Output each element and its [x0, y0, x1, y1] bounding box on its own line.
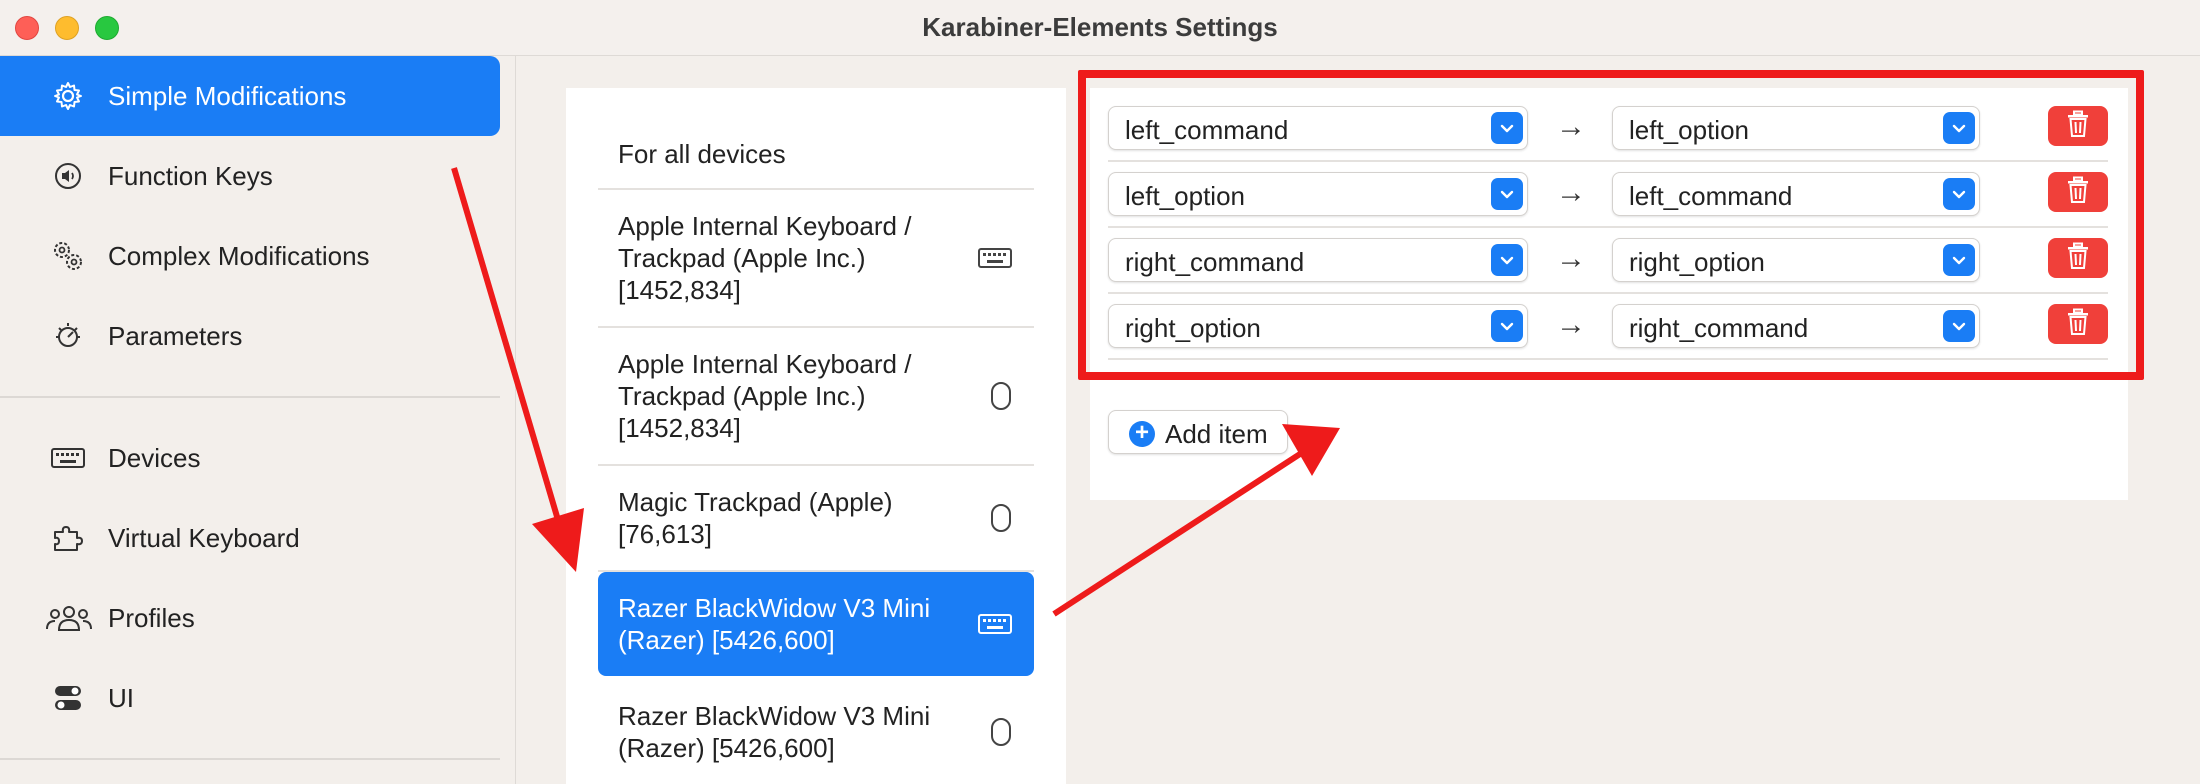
sidebar-item-label: Parameters [108, 320, 243, 351]
sidebar-item-label: Complex Modifications [108, 240, 370, 271]
title-bar: Karabiner-Elements Settings [0, 0, 2200, 56]
gears-icon [50, 238, 86, 274]
device-item[interactable]: Magic Trackpad (Apple) [76,613] [598, 466, 1034, 572]
gear-icon [50, 78, 86, 114]
mouse-icon [990, 503, 1012, 533]
dial-icon [50, 318, 86, 354]
sidebar-item-label: UI [108, 682, 134, 713]
sidebar-item-label: Simple Modifications [108, 80, 347, 111]
sidebar-divider [0, 758, 500, 760]
people-icon [44, 600, 94, 636]
plus-circle-icon: + [1129, 421, 1155, 447]
toggles-icon [50, 680, 86, 716]
sidebar-item-label: Virtual Keyboard [108, 522, 300, 553]
sidebar-divider [0, 396, 500, 398]
device-item[interactable]: Apple Internal Keyboard / Trackpad (Appl… [598, 190, 1034, 328]
keyboard-icon [978, 247, 1012, 269]
window-title: Karabiner-Elements Settings [922, 12, 1278, 42]
sidebar-item-profiles[interactable]: Profiles [0, 578, 500, 658]
sidebar-item-parameters[interactable]: Parameters [0, 296, 500, 376]
device-item-all[interactable]: For all devices [598, 120, 1034, 190]
sidebar: Simple Modifications Function Keys Compl… [0, 56, 516, 784]
sidebar-item-complex-modifications[interactable]: Complex Modifications [0, 216, 500, 296]
add-item-button[interactable]: + Add item [1108, 410, 1288, 454]
annotation-highlight-box [1078, 70, 2144, 380]
device-label: Razer BlackWidow V3 Mini (Razer) [5426,6… [618, 701, 931, 763]
device-label: For all devices [618, 139, 786, 169]
sidebar-item-virtual-keyboard[interactable]: Virtual Keyboard [0, 498, 500, 578]
keyboard-icon [978, 613, 1012, 635]
keyboard-icon [50, 440, 86, 476]
sidebar-item-devices[interactable]: Devices [0, 418, 500, 498]
sidebar-item-label: Profiles [108, 602, 195, 633]
device-label: Razer BlackWidow V3 Mini (Razer) [5426,6… [618, 593, 931, 655]
add-item-label: Add item [1165, 419, 1268, 449]
sidebar-item-function-keys[interactable]: Function Keys [0, 136, 500, 216]
mouse-icon [990, 381, 1012, 411]
sidebar-item-label: Function Keys [108, 160, 273, 191]
device-item[interactable]: Apple Internal Keyboard / Trackpad (Appl… [598, 328, 1034, 466]
mouse-icon [990, 717, 1012, 747]
device-label: Apple Internal Keyboard / Trackpad (Appl… [618, 349, 912, 443]
sidebar-item-ui[interactable]: UI [0, 658, 500, 738]
sidebar-item-simple-modifications[interactable]: Simple Modifications [0, 56, 500, 136]
device-label: Magic Trackpad (Apple) [76,613] [618, 487, 893, 549]
device-item[interactable]: Razer BlackWidow V3 Mini (Razer) [5426,6… [598, 680, 1034, 784]
device-label: Apple Internal Keyboard / Trackpad (Appl… [618, 211, 912, 305]
sidebar-item-label: Devices [108, 442, 201, 473]
speaker-icon [50, 158, 86, 194]
device-item-selected[interactable]: Razer BlackWidow V3 Mini (Razer) [5426,6… [598, 572, 1034, 676]
puzzle-icon [50, 520, 86, 556]
